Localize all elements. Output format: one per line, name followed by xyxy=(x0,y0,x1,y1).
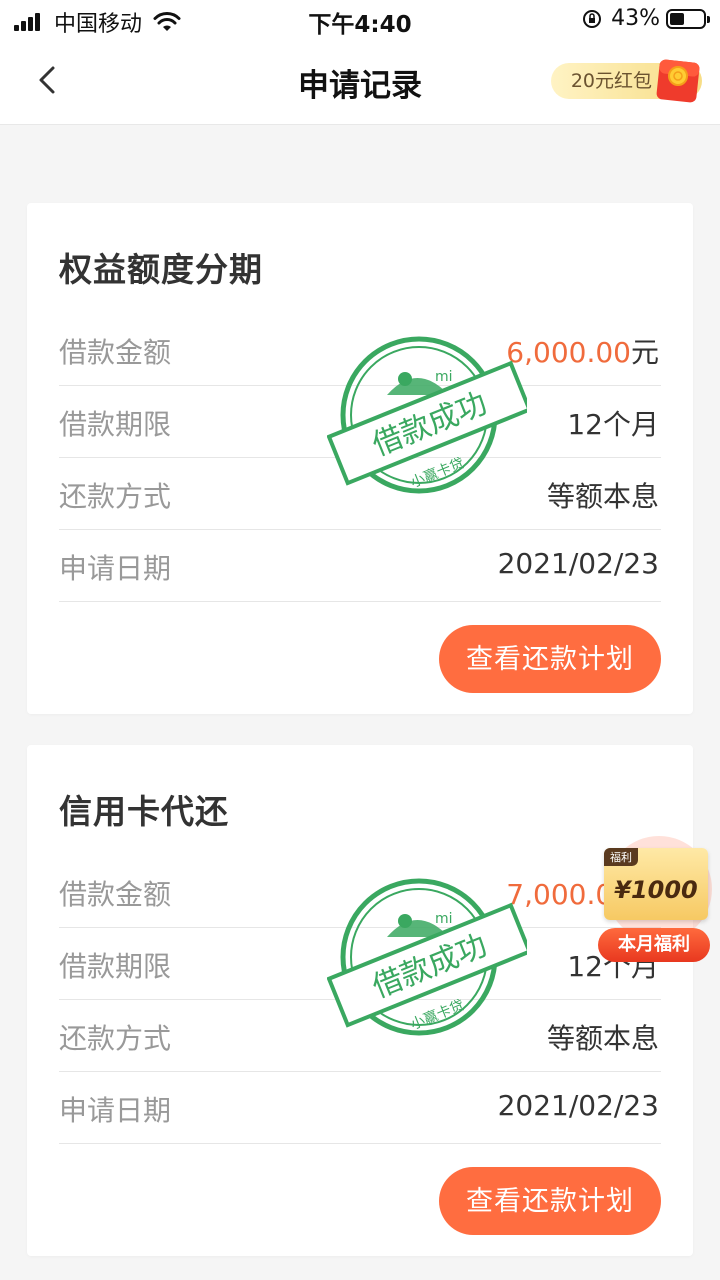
row-value: 6,000.00元 xyxy=(506,331,659,371)
loan-amount: 6,000.00 xyxy=(506,336,631,369)
amount-unit: 元 xyxy=(630,336,659,369)
battery-level xyxy=(670,12,684,25)
battery-percent: 43% xyxy=(611,6,660,31)
row-label: 借款金额 xyxy=(59,336,172,369)
row-loan-amount: 借款金额 7,000.00元 xyxy=(59,855,661,928)
row-repayment-method: 还款方式 等额本息 xyxy=(59,457,661,530)
loan-record-card: 信用卡代还 借款金额 7,000.00元 借款期限 12个月 还款方式 等额本息… xyxy=(27,745,693,1256)
row-label: 申请日期 xyxy=(59,1094,172,1127)
row-value: 等额本息 xyxy=(546,480,659,513)
promo-ribbon: 本月福利 xyxy=(598,928,710,962)
row-label: 申请日期 xyxy=(59,552,172,585)
status-bar: 中国移动 下午4:40 43% xyxy=(0,0,720,40)
row-label: 还款方式 xyxy=(59,480,172,513)
row-label: 还款方式 xyxy=(59,1022,172,1055)
row-label: 借款金额 xyxy=(59,878,172,911)
row-apply-date: 申请日期 2021/02/23 xyxy=(59,529,661,602)
row-loan-amount: 借款金额 6,000.00元 xyxy=(59,313,661,386)
promo-tag: 福利 xyxy=(604,848,638,866)
promo-card: 福利 ¥1000 xyxy=(604,848,708,920)
row-loan-term: 借款期限 12个月 xyxy=(59,927,661,1000)
row-repayment-method: 还款方式 等额本息 xyxy=(59,999,661,1072)
hongbao-button[interactable]: 20元红包 xyxy=(550,58,702,104)
row-value: 2021/02/23 xyxy=(497,1089,659,1122)
card-title: 信用卡代还 xyxy=(59,792,229,831)
row-apply-date: 申请日期 2021/02/23 xyxy=(59,1071,661,1144)
card-title: 权益额度分期 xyxy=(59,250,263,289)
rotation-lock-icon xyxy=(583,9,602,28)
view-repayment-plan-button[interactable]: 查看还款计划 xyxy=(439,625,661,693)
nav-bar: 申请记录 20元红包 xyxy=(0,40,720,125)
status-right: 43% xyxy=(581,6,710,31)
monthly-benefit-float[interactable]: 福利 ¥1000 本月福利 xyxy=(598,836,716,968)
red-envelope-icon xyxy=(656,59,700,103)
battery-icon xyxy=(666,8,710,29)
row-label: 借款期限 xyxy=(59,408,172,441)
loan-record-card: 权益额度分期 借款金额 6,000.00元 借款期限 12个月 还款方式 等额本… xyxy=(27,203,693,714)
view-repayment-plan-button[interactable]: 查看还款计划 xyxy=(439,1167,661,1235)
row-label: 借款期限 xyxy=(59,950,172,983)
row-value: 等额本息 xyxy=(546,1022,659,1055)
row-value: 2021/02/23 xyxy=(497,547,659,580)
row-value: 12个月 xyxy=(567,408,659,441)
promo-amount: ¥1000 xyxy=(614,876,698,904)
row-loan-term: 借款期限 12个月 xyxy=(59,385,661,458)
